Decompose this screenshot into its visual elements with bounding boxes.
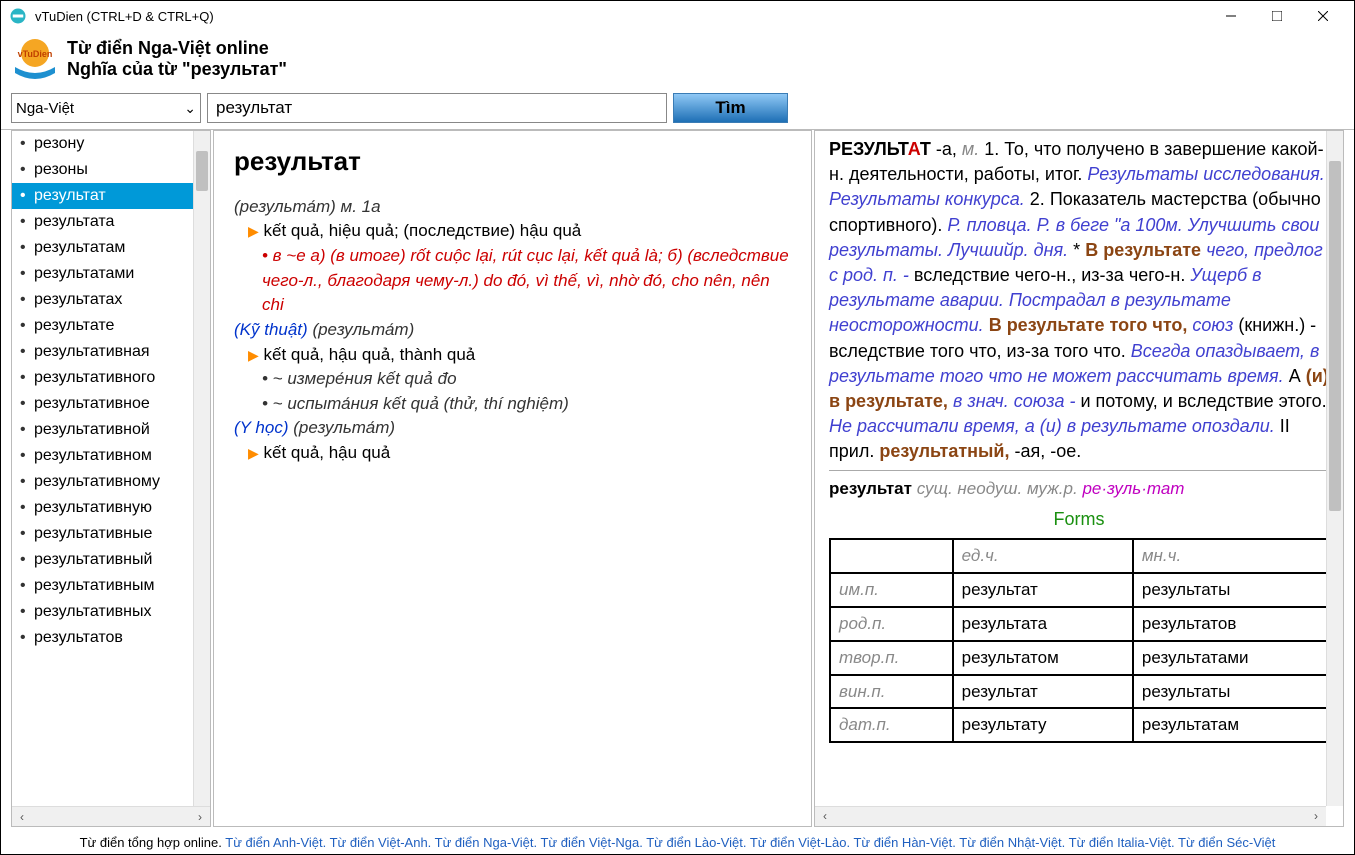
scroll-right-icon[interactable]: › (190, 807, 210, 826)
language-select-value: Nga-Việt (16, 100, 74, 117)
sidebar-item[interactable]: результативном (12, 443, 210, 469)
entry-headword: результат (234, 143, 791, 181)
footer-link[interactable]: Từ điển Anh-Việt. (225, 835, 326, 850)
sidebar-item[interactable]: результативных (12, 599, 210, 625)
sidebar-scrollbar-vertical[interactable] (193, 131, 210, 806)
footer-link[interactable]: Từ điển Nhật-Việt. (956, 835, 1065, 850)
scroll-right-icon[interactable]: › (1306, 807, 1326, 826)
sidebar-item[interactable]: результативное (12, 391, 210, 417)
sidebar-item[interactable]: результативные (12, 521, 210, 547)
footer-link[interactable]: Từ điển Italia-Việt. (1065, 835, 1174, 850)
sidebar-item[interactable]: результатах (12, 287, 210, 313)
ref-headword: РЕЗУЛЬТАТ -а, м. 1. То, что получено в з… (829, 137, 1329, 464)
sidebar-item[interactable]: результате (12, 313, 210, 339)
med-gloss: kết quả, hậu quả (264, 443, 391, 462)
form-summary: результат сущ. неодуш. муж.р. ре·зуль·та… (829, 477, 1329, 501)
header: vTuDien Từ điển Nga-Việt online Nghĩa củ… (1, 31, 1354, 87)
sidebar-item[interactable]: результатам (12, 235, 210, 261)
sidebar-item[interactable]: результативную (12, 495, 210, 521)
footer: Từ điển tổng hợp online. Từ điển Anh-Việ… (1, 831, 1354, 854)
sidebar-item[interactable]: результатов (12, 625, 210, 651)
titlebar: vTuDien (CTRL+D & CTRL+Q) (1, 1, 1354, 31)
sidebar-item[interactable]: результативным (12, 573, 210, 599)
header-title-1: Từ điển Nga-Việt online (67, 38, 287, 59)
sidebar-item[interactable]: результатами (12, 261, 210, 287)
footer-link[interactable]: Từ điển Hàn-Việt. (850, 835, 956, 850)
svg-text:vTuDien: vTuDien (18, 49, 53, 59)
chevron-down-icon: ⌄ (184, 100, 196, 117)
footer-link[interactable]: Từ điển Việt-Lào. (746, 835, 850, 850)
sidebar-item[interactable]: резону (12, 131, 210, 157)
right-scrollbar-vertical[interactable] (1326, 131, 1343, 806)
scroll-left-icon[interactable]: ‹ (815, 807, 835, 826)
footer-link[interactable]: Từ điển Việt-Anh. (326, 835, 431, 850)
footer-link[interactable]: Từ điển Việt-Nga. (537, 835, 643, 850)
bullet-icon: ▶ (248, 223, 259, 239)
tech-gloss: kết quả, hậu quả, thành quả (264, 345, 476, 364)
close-button[interactable] (1300, 1, 1346, 31)
tech-sub-2: • ~ испыта́ния kết quả (thử, thí nghiệm) (262, 392, 791, 417)
footer-link[interactable]: Từ điển Lào-Việt. (643, 835, 747, 850)
sidebar-item[interactable]: результативный (12, 547, 210, 573)
table-row: дат.п.результатурезультатам (830, 708, 1328, 742)
forms-title: Forms (829, 507, 1329, 532)
word-list-sidebar: резонурезонырезультатрезультатарезультат… (11, 130, 211, 827)
footer-link[interactable]: Từ điển Séc-Việt (1175, 835, 1276, 850)
right-scrollbar-horizontal[interactable]: ‹ › (815, 806, 1326, 826)
sidebar-item[interactable]: результативной (12, 417, 210, 443)
sidebar-item[interactable]: результата (12, 209, 210, 235)
tech-label: (Kỹ thuật) (234, 320, 308, 339)
search-button[interactable]: Tìm (673, 93, 788, 123)
forms-table: ед.ч.мн.ч. им.п.результатрезультатырод.п… (829, 538, 1329, 743)
definition-panel: результат (результа́т) м. 1a ▶ kết quả, … (213, 130, 812, 827)
sidebar-item[interactable]: резоны (12, 157, 210, 183)
language-select[interactable]: Nga-Việt ⌄ (11, 93, 201, 123)
footer-link[interactable]: Từ điển Nga-Việt. (431, 835, 537, 850)
sidebar-item[interactable]: результат (12, 183, 210, 209)
sidebar-item[interactable]: результативная (12, 339, 210, 365)
scroll-left-icon[interactable]: ‹ (12, 807, 32, 826)
table-row: твор.п.результатомрезультатами (830, 641, 1328, 675)
sense-1: kết quả, hiệu quả; (последствие) hậu quả (264, 221, 582, 240)
tech-sub-1: • ~ измере́ния kết quả đo (262, 367, 791, 392)
search-input[interactable] (207, 93, 667, 123)
reference-panel: РЕЗУЛЬТАТ -а, м. 1. То, что получено в з… (814, 130, 1344, 827)
minimize-button[interactable] (1208, 1, 1254, 31)
entry-pronunciation: (результа́т) (234, 197, 336, 216)
app-icon (9, 7, 27, 25)
sidebar-scrollbar-horizontal[interactable]: ‹ › (12, 806, 210, 826)
med-label: (Y học) (234, 418, 289, 437)
window-title: vTuDien (CTRL+D & CTRL+Q) (35, 9, 1208, 24)
sidebar-item[interactable]: результативному (12, 469, 210, 495)
search-bar: Nga-Việt ⌄ Tìm (1, 87, 1354, 129)
table-row: им.п.результатрезультаты (830, 573, 1328, 607)
logo-icon: vTuDien (11, 35, 59, 83)
table-row: род.п.результатарезультатов (830, 607, 1328, 641)
table-row: вин.п.результатрезультаты (830, 675, 1328, 709)
sub-sense-1: • в ~е a) (в итоге) rốt cuộc lại, rút cụ… (262, 244, 791, 318)
sidebar-item[interactable]: результативного (12, 365, 210, 391)
maximize-button[interactable] (1254, 1, 1300, 31)
header-title-2: Nghĩa của từ "результат" (67, 59, 287, 80)
